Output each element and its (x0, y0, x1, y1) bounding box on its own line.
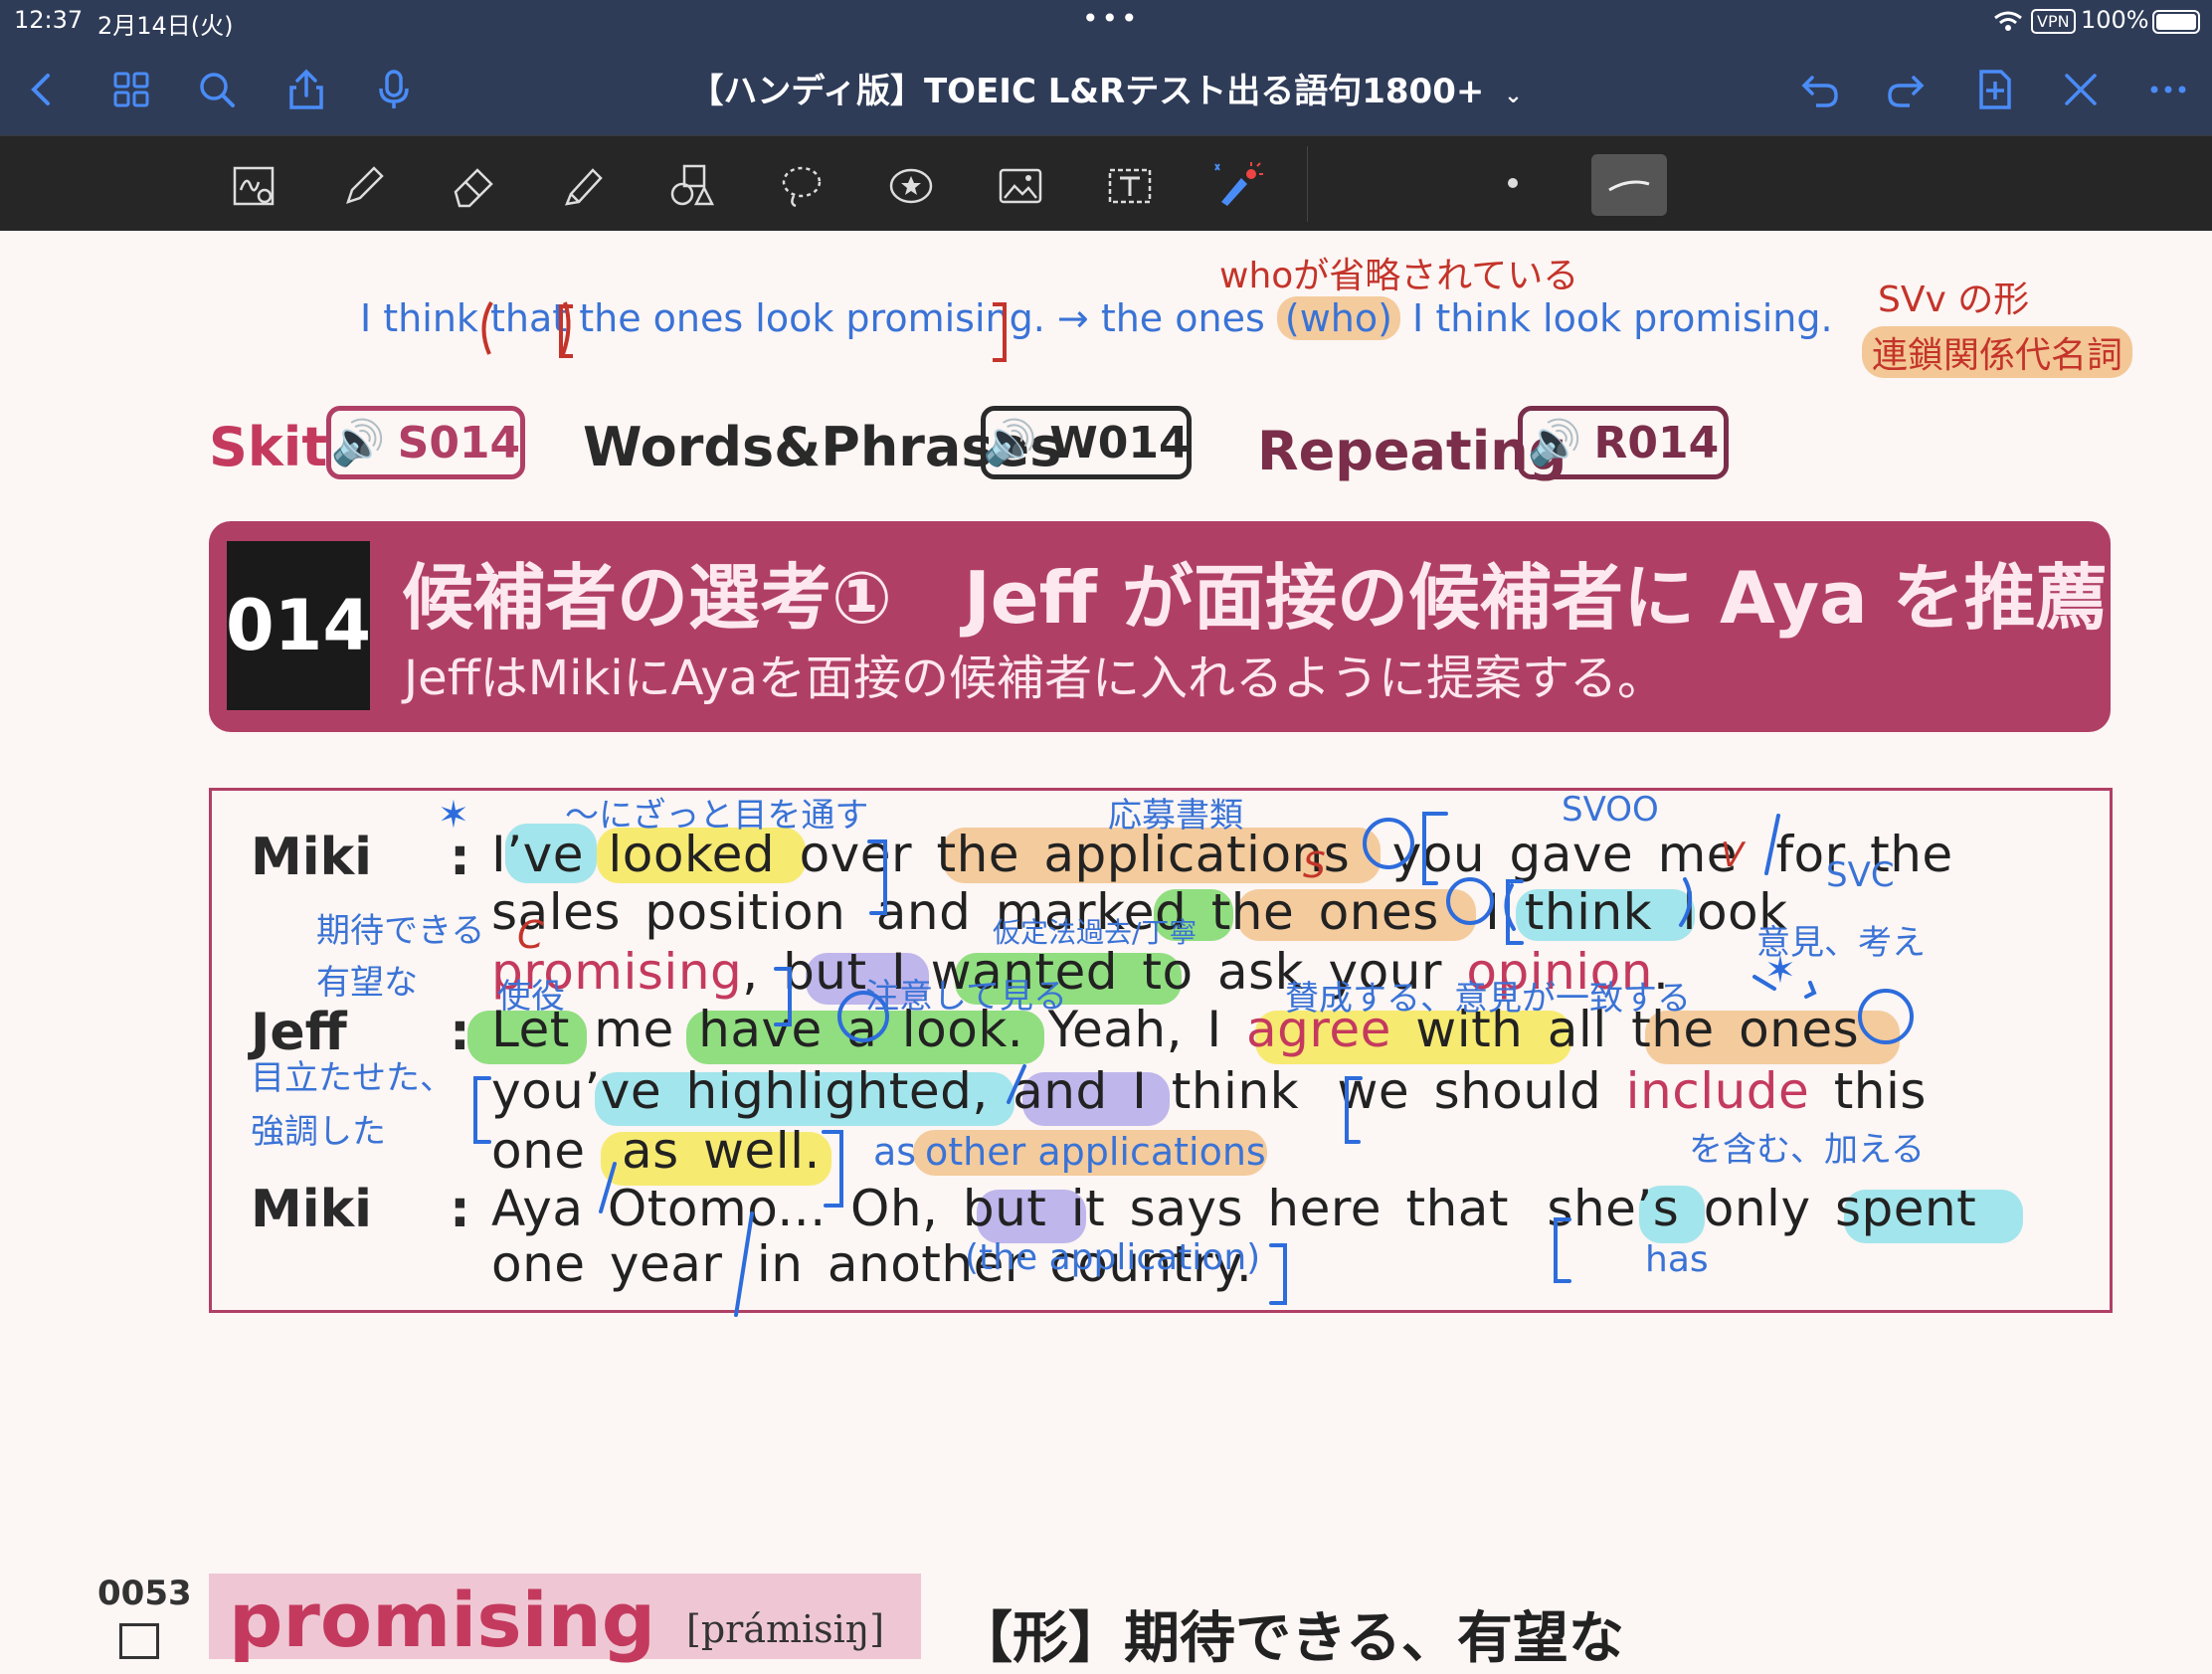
note: SVOO (1562, 790, 1659, 830)
add-page-icon[interactable] (1967, 62, 2023, 117)
note-who: (who) (1276, 296, 1400, 340)
battery-percent: 100% (2081, 6, 2149, 34)
note-verb-mark: V (1721, 836, 1745, 875)
note: 注意して見る (865, 977, 1067, 1017)
undo-icon[interactable] (1792, 62, 1848, 117)
shapes-icon[interactable] (662, 156, 722, 216)
note-brackets (481, 300, 1007, 362)
skit-audio-badge[interactable]: 🔊 S014 (326, 406, 525, 479)
zoom-window-icon[interactable] (225, 156, 284, 216)
vocab-checkbox[interactable] (119, 1623, 159, 1659)
speaker-icon: 🔊 (330, 418, 386, 468)
note-sentence-right-b: I think look promising. (1412, 296, 1833, 340)
vocab-word: promising (229, 1576, 656, 1664)
redo-icon[interactable] (1878, 62, 1934, 117)
lesson-number: 014 (226, 541, 371, 710)
note-sentence-right-a: the ones (1100, 296, 1265, 340)
vocab-meaning: 【形】期待できる、有望な (957, 1606, 1624, 1671)
note: as (873, 1130, 917, 1174)
skit-label: Skit (209, 416, 328, 478)
status-time: 12:37 (14, 6, 84, 34)
lesson-subtitle: JeffはMikiにAyaを面接の候補者に入れるように提案する。 (404, 651, 1666, 706)
top-bar: 12:37 2月14日(火) ••• VPN 100% 【ハンディ版】TOEIC… (0, 0, 2212, 135)
note-complement-mark: C (517, 913, 544, 957)
note: 賛成する、意見が一致する (1285, 979, 1691, 1019)
chevron-down-icon: ⌄ (1504, 84, 1523, 108)
note: 目立たせた、 (251, 1058, 454, 1098)
speaker-icon: 🔊 (1527, 418, 1582, 468)
wifi-icon (1993, 10, 2023, 36)
note: 応募書類 (1108, 796, 1243, 836)
toolbar-divider (1307, 146, 1308, 222)
note: SVC (1826, 855, 1895, 895)
lesson-banner: 014 候補者の選考① Jeff が面接の候補者に Aya を推薦 JeffはM… (209, 521, 2111, 732)
multitask-dots-icon[interactable]: ••• (1082, 2, 1141, 35)
note: 有望な (316, 963, 418, 1003)
sticker-icon[interactable] (881, 156, 941, 216)
drawing-toolbar (0, 135, 2212, 232)
note: 強調した (251, 1112, 386, 1152)
stroke-style-button[interactable] (1591, 154, 1667, 216)
words-code: W014 (1049, 417, 1190, 468)
note: を含む、加える (1689, 1130, 1925, 1170)
pen-size-dot[interactable] (1508, 178, 1518, 188)
battery-icon (2152, 10, 2200, 34)
close-tool-icon[interactable] (2053, 62, 2109, 117)
words-audio-badge[interactable]: 🔊 W014 (981, 406, 1192, 479)
note-chain-relative: 連鎖関係代名詞 (1862, 326, 2133, 378)
pen-icon[interactable] (334, 156, 394, 216)
note-svv: SVv の形 (1878, 279, 2030, 320)
status-date: 2月14日(火) (97, 12, 234, 40)
lasso-icon[interactable] (772, 156, 831, 216)
vpn-badge: VPN (2031, 9, 2076, 34)
note-subject-mark: S (1303, 845, 1326, 886)
note: ～にざっと目を通す (565, 796, 869, 836)
highlighter-icon[interactable] (553, 156, 613, 216)
eraser-icon[interactable] (444, 156, 503, 216)
more-icon[interactable] (2140, 62, 2196, 117)
speaker-icon: 🔊 (983, 418, 1038, 468)
laser-pointer-icon[interactable] (1207, 156, 1267, 216)
repeat-audio-badge[interactable]: 🔊 R014 (1518, 406, 1729, 479)
note: 使役 (497, 977, 565, 1017)
note-who-omitted: whoが省略されている (1219, 256, 1579, 296)
star-mark: ✶ (438, 793, 469, 837)
notebook-page[interactable]: whoが省略されている I think that the ones look p… (0, 231, 2212, 1671)
document-title-text: 【ハンディ版】TOEIC L&Rテスト出る語句1800+ (689, 72, 1485, 111)
text-tool-icon[interactable] (1100, 156, 1160, 216)
note: 意見、考え (1756, 923, 1926, 963)
note: (the application) (965, 1237, 1261, 1278)
repeat-code: R014 (1593, 417, 1720, 468)
vocab-pronunciation: [prámisiŋ] (686, 1607, 885, 1651)
arrow-icon: → (1056, 296, 1089, 340)
vocab-number: 0053 (97, 1574, 192, 1613)
skit-code: S014 (397, 417, 521, 468)
note: other applications (925, 1130, 1266, 1174)
note: has (1645, 1239, 1709, 1280)
image-icon[interactable] (991, 156, 1050, 216)
lesson-title: 候補者の選考① Jeff が面接の候補者に Aya を推薦 (402, 556, 2108, 640)
note: 期待できる (316, 911, 485, 951)
note: 仮定法過去/丁寧 (993, 916, 1198, 949)
